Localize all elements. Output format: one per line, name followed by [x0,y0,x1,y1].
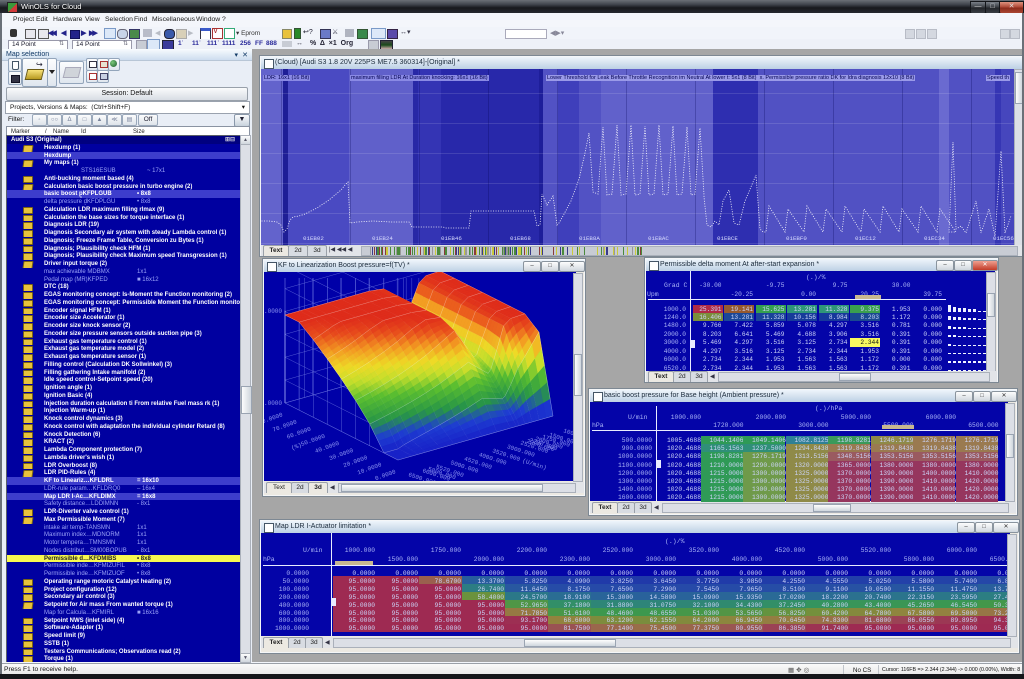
svg-text:0.0000: 0.0000 [264,400,282,407]
svg-text:1.0000: 1.0000 [264,308,282,315]
svg-text:0.0000: 0.0000 [374,468,397,481]
svg-text:(%): (%) [290,442,303,452]
svg-text:(U/min): (U/min) [521,457,547,471]
